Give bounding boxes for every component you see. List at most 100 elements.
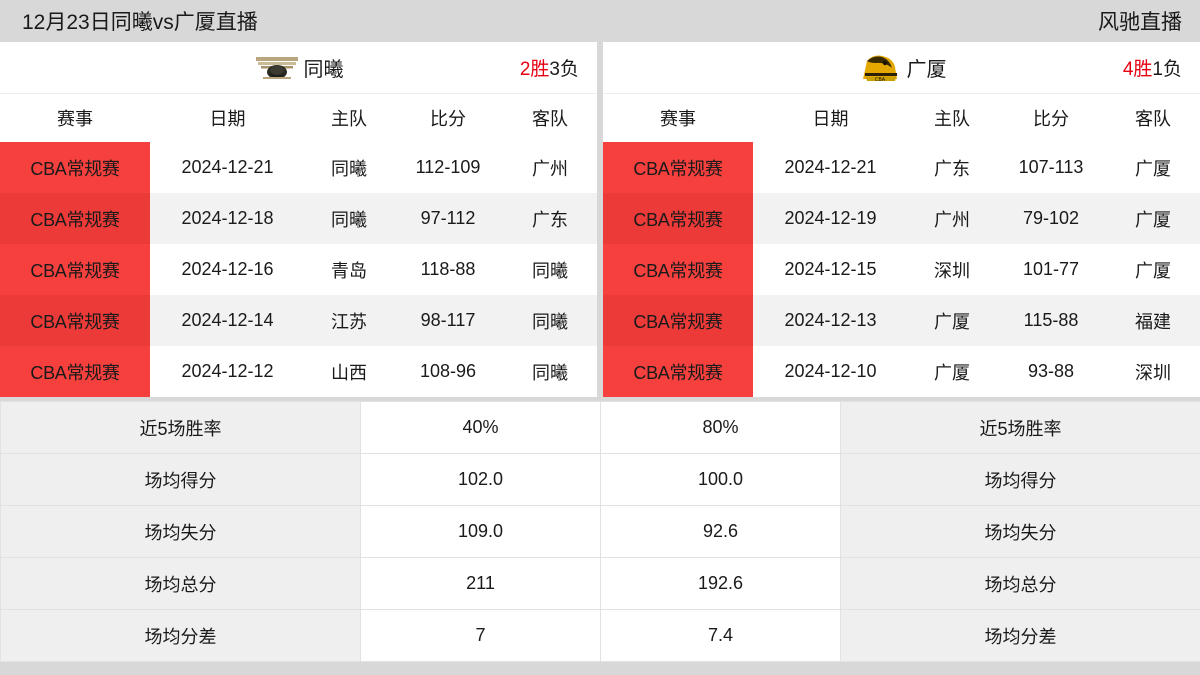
match-date: 2024-12-18 xyxy=(150,193,305,244)
right-team-panel: CBA 广厦 4胜1负 赛事 日期 主队 比分 客队 CBA常规赛 2024-1… xyxy=(603,42,1200,397)
live-match-preview-page: 12月23日同曦vs广厦直播 风驰直播 同曦 2胜3负 赛事 日期 主队 比分 … xyxy=(0,0,1200,675)
left-col-header-away: 客队 xyxy=(503,94,597,142)
left-team-header: 同曦 2胜3负 xyxy=(0,42,597,94)
svg-text:CBA: CBA xyxy=(874,77,885,83)
match-score: 98-117 xyxy=(393,295,503,346)
left-stat-value: 211 xyxy=(360,557,601,610)
page-title: 12月23日同曦vs广厦直播 xyxy=(22,11,258,34)
right-stat-value: 80% xyxy=(600,401,841,454)
league-badge: CBA常规赛 xyxy=(0,295,150,346)
left-stat-value: 102.0 xyxy=(360,453,601,506)
left-stat-label: 近5场胜率 xyxy=(0,401,361,454)
away-team: 广厦 xyxy=(1106,244,1200,295)
right-col-header-date: 日期 xyxy=(753,94,908,142)
top-bar: 12月23日同曦vs广厦直播 风驰直播 xyxy=(0,0,1200,42)
home-team: 广东 xyxy=(908,142,996,193)
left-stat-label: 场均分差 xyxy=(0,609,361,662)
left-team-panel: 同曦 2胜3负 赛事 日期 主队 比分 客队 CBA常规赛 2024-12-21… xyxy=(0,42,597,397)
left-team-wins: 2胜 xyxy=(519,59,550,80)
right-col-header-score: 比分 xyxy=(996,94,1106,142)
right-stat-value: 192.6 xyxy=(600,557,841,610)
match-date: 2024-12-15 xyxy=(753,244,908,295)
home-team: 深圳 xyxy=(908,244,996,295)
home-team: 广州 xyxy=(908,193,996,244)
league-badge: CBA常规赛 xyxy=(0,346,150,397)
match-date: 2024-12-12 xyxy=(150,346,305,397)
stats-comparison-section: 近5场胜率 40% 80% 近5场胜率 场均得分 102.0 100.0 场均得… xyxy=(0,397,1200,662)
table-row[interactable]: CBA常规赛 2024-12-16 青岛 118-88 同曦 xyxy=(0,244,597,295)
tongxi-team-logo-icon xyxy=(254,51,300,85)
match-date: 2024-12-14 xyxy=(150,295,305,346)
left-team-record: 2胜3负 xyxy=(520,54,579,81)
left-col-header-home: 主队 xyxy=(305,94,393,142)
right-col-header-home: 主队 xyxy=(908,94,996,142)
stats-row: 场均总分 211 192.6 场均总分 xyxy=(0,557,1200,610)
right-stat-label: 场均失分 xyxy=(840,505,1200,558)
right-team-name: 广厦 xyxy=(906,59,947,81)
stats-row: 场均失分 109.0 92.6 场均失分 xyxy=(0,505,1200,558)
table-row[interactable]: CBA常规赛 2024-12-18 同曦 97-112 广东 xyxy=(0,193,597,244)
left-stat-value: 40% xyxy=(360,401,601,454)
right-team-record: 4胜1负 xyxy=(1123,54,1182,81)
match-score: 112-109 xyxy=(393,142,503,193)
league-badge: CBA常规赛 xyxy=(603,142,753,193)
match-score: 97-112 xyxy=(393,193,503,244)
right-table-header-row: 赛事 日期 主队 比分 客队 xyxy=(603,94,1200,142)
left-stat-label: 场均得分 xyxy=(0,453,361,506)
away-team: 广东 xyxy=(503,193,597,244)
league-badge: CBA常规赛 xyxy=(603,244,753,295)
left-stat-label: 场均失分 xyxy=(0,505,361,558)
league-badge: CBA常规赛 xyxy=(603,346,753,397)
right-stat-value: 92.6 xyxy=(600,505,841,558)
table-row[interactable]: CBA常规赛 2024-12-10 广厦 93-88 深圳 xyxy=(603,346,1200,397)
stats-row: 场均分差 7 7.4 场均分差 xyxy=(0,609,1200,662)
league-badge: CBA常规赛 xyxy=(0,193,150,244)
table-row[interactable]: CBA常规赛 2024-12-21 同曦 112-109 广州 xyxy=(0,142,597,193)
home-team: 同曦 xyxy=(305,142,393,193)
away-team: 广州 xyxy=(503,142,597,193)
league-badge: CBA常规赛 xyxy=(0,244,150,295)
away-team: 同曦 xyxy=(503,295,597,346)
stats-row: 场均得分 102.0 100.0 场均得分 xyxy=(0,453,1200,506)
right-stat-value: 7.4 xyxy=(600,609,841,662)
match-date: 2024-12-10 xyxy=(753,346,908,397)
table-row[interactable]: CBA常规赛 2024-12-13 广厦 115-88 福建 xyxy=(603,295,1200,346)
match-score: 101-77 xyxy=(996,244,1106,295)
left-table-header-row: 赛事 日期 主队 比分 客队 xyxy=(0,94,597,142)
stats-row: 近5场胜率 40% 80% 近5场胜率 xyxy=(0,401,1200,454)
league-badge: CBA常规赛 xyxy=(603,193,753,244)
table-row[interactable]: CBA常规赛 2024-12-19 广州 79-102 广厦 xyxy=(603,193,1200,244)
league-badge: CBA常规赛 xyxy=(0,142,150,193)
away-team: 深圳 xyxy=(1106,346,1200,397)
table-row[interactable]: CBA常规赛 2024-12-12 山西 108-96 同曦 xyxy=(0,346,597,397)
home-team: 山西 xyxy=(305,346,393,397)
table-row[interactable]: CBA常规赛 2024-12-14 江苏 98-117 同曦 xyxy=(0,295,597,346)
left-col-header-score: 比分 xyxy=(393,94,503,142)
left-team-identity: 同曦 xyxy=(0,51,597,85)
match-date: 2024-12-21 xyxy=(753,142,908,193)
right-stat-label: 场均分差 xyxy=(840,609,1200,662)
match-date: 2024-12-16 xyxy=(150,244,305,295)
site-brand: 风驰直播 xyxy=(1098,11,1182,34)
right-stat-label: 场均总分 xyxy=(840,557,1200,610)
table-row[interactable]: CBA常规赛 2024-12-15 深圳 101-77 广厦 xyxy=(603,244,1200,295)
match-score: 115-88 xyxy=(996,295,1106,346)
right-col-header-away: 客队 xyxy=(1106,94,1200,142)
league-badge: CBA常规赛 xyxy=(603,295,753,346)
table-row[interactable]: CBA常规赛 2024-12-21 广东 107-113 广厦 xyxy=(603,142,1200,193)
match-date: 2024-12-21 xyxy=(150,142,305,193)
match-score: 107-113 xyxy=(996,142,1106,193)
team-panels: 同曦 2胜3负 赛事 日期 主队 比分 客队 CBA常规赛 2024-12-21… xyxy=(0,42,1200,397)
left-stat-value: 7 xyxy=(360,609,601,662)
left-stat-label: 场均总分 xyxy=(0,557,361,610)
left-team-losses: 3负 xyxy=(549,59,579,80)
home-team: 广厦 xyxy=(908,346,996,397)
match-score: 79-102 xyxy=(996,193,1106,244)
home-team: 同曦 xyxy=(305,193,393,244)
right-team-header: CBA 广厦 4胜1负 xyxy=(603,42,1200,94)
right-col-header-league: 赛事 xyxy=(603,94,753,142)
left-match-table: 赛事 日期 主队 比分 客队 CBA常规赛 2024-12-21 同曦 112-… xyxy=(0,94,597,397)
stats-table: 近5场胜率 40% 80% 近5场胜率 场均得分 102.0 100.0 场均得… xyxy=(0,401,1200,662)
match-score: 108-96 xyxy=(393,346,503,397)
right-team-losses: 1负 xyxy=(1152,59,1182,80)
